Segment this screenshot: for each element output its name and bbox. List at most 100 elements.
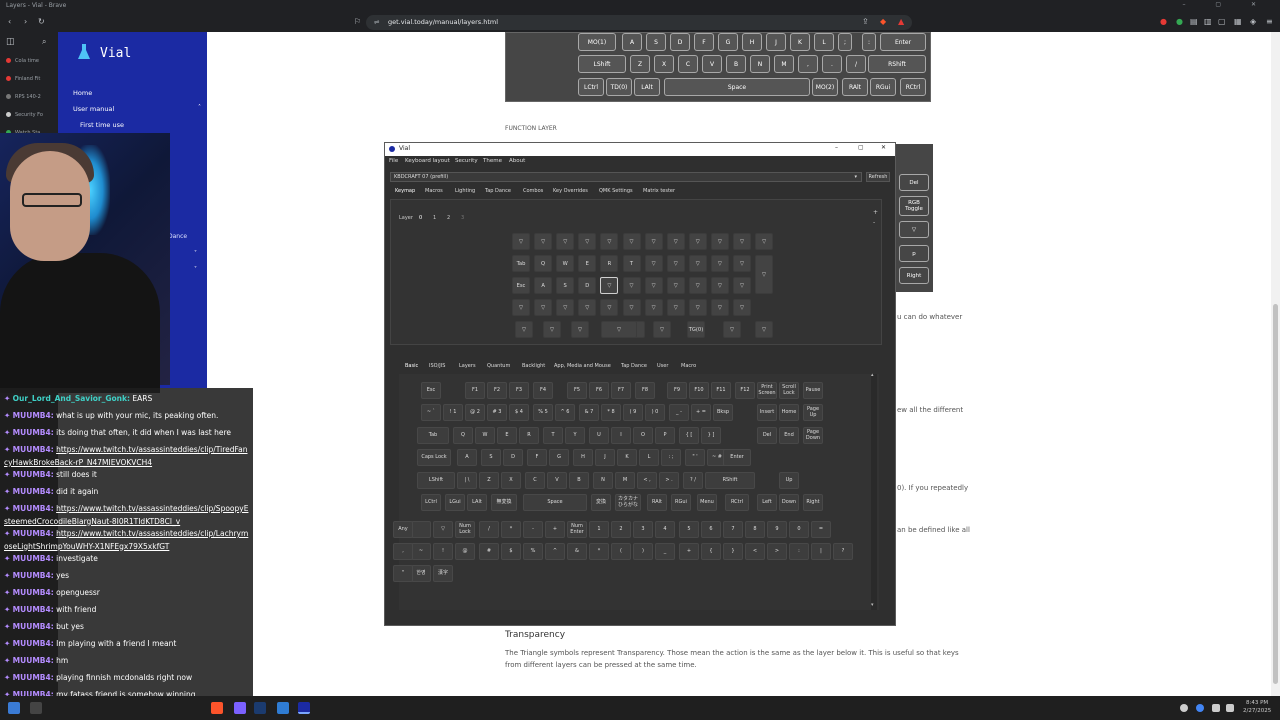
sidebar-icon[interactable]: ▥: [1204, 17, 1212, 26]
keycode-key[interactable]: /: [479, 521, 499, 538]
menu-about[interactable]: About: [509, 158, 525, 164]
keycode-key[interactable]: " ': [685, 449, 705, 466]
keycode-key[interactable]: ": [393, 565, 413, 582]
keymap-key[interactable]: D: [578, 277, 597, 294]
picker-tab-user[interactable]: User: [657, 363, 668, 369]
keycode-key[interactable]: Q: [453, 427, 473, 444]
keycode-key[interactable]: *: [589, 543, 609, 560]
keycode-key[interactable]: %: [523, 543, 543, 560]
keycode-key[interactable]: +: [545, 521, 565, 538]
keycode-key[interactable]: @: [455, 543, 475, 560]
keycode-key[interactable]: +: [679, 543, 699, 560]
menu-theme[interactable]: Theme: [483, 158, 502, 164]
nav-link-tap-dance[interactable]: Dance: [168, 233, 187, 240]
keycode-key[interactable]: Tab: [417, 427, 449, 444]
keycode-key[interactable]: End: [779, 427, 799, 444]
keymap-key[interactable]: ▽: [644, 233, 663, 250]
keycode-key[interactable]: : ;: [661, 449, 681, 466]
keycode-key[interactable]: ,: [393, 543, 413, 560]
keycode-key[interactable]: L: [639, 449, 659, 466]
brave-taskbar-icon[interactable]: [211, 702, 223, 714]
keycode-key[interactable]: RShift: [705, 472, 755, 489]
keycode-key[interactable]: F12: [735, 382, 755, 399]
keycode-key[interactable]: F4: [533, 382, 553, 399]
chat-username[interactable]: MUUMB4:: [13, 656, 54, 665]
panel-toggle-icon[interactable]: ◫: [6, 37, 15, 47]
scroll-up-icon[interactable]: ▴: [871, 372, 874, 378]
forward-icon[interactable]: ›: [24, 17, 27, 26]
keymap-key[interactable]: ▽: [512, 299, 530, 316]
keymap-key[interactable]: Q: [534, 255, 553, 272]
picker-tab-quantum[interactable]: Quantum: [487, 363, 510, 369]
keycode-key[interactable]: *: [501, 521, 521, 538]
keycode-key[interactable]: < ,: [637, 472, 657, 489]
clock-time[interactable]: 8:43 PM: [1246, 700, 1268, 706]
keycode-key[interactable]: & 7: [579, 404, 599, 421]
keycode-key[interactable]: _: [655, 543, 675, 560]
close-icon[interactable]: ✕: [881, 144, 886, 151]
keycode-key[interactable]: B: [569, 472, 589, 489]
chevron-down-icon[interactable]: ˅: [194, 266, 197, 273]
keycode-key[interactable]: F5: [567, 382, 587, 399]
window-controls[interactable]: – ▢ ✕: [1182, 1, 1270, 8]
keymap-key[interactable]: E: [578, 255, 597, 272]
keycode-key[interactable]: G: [549, 449, 569, 466]
keymap-key[interactable]: ▽: [666, 233, 685, 250]
keycode-key[interactable]: { [: [679, 427, 699, 444]
keycode-key[interactable]: > .: [659, 472, 679, 489]
keycode-key[interactable]: 2: [611, 521, 631, 538]
wifi-icon[interactable]: [1180, 704, 1188, 712]
chat-username[interactable]: MUUMB4:: [13, 588, 54, 597]
keycode-key[interactable]: Z: [479, 472, 499, 489]
record-icon[interactable]: ●: [1160, 17, 1167, 26]
keycode-key[interactable]: LCtrl: [421, 494, 441, 511]
keycode-key[interactable]: Menu: [697, 494, 717, 511]
tab-lighting[interactable]: Lighting: [455, 188, 475, 194]
keycode-key[interactable]: ▽: [433, 521, 453, 538]
keycode-key[interactable]: {: [701, 543, 721, 560]
keymap-key[interactable]: ▽: [710, 233, 729, 250]
keycode-key[interactable]: X: [501, 472, 521, 489]
keycode-key[interactable]: Bksp: [713, 404, 733, 421]
tab-macros[interactable]: Macros: [425, 188, 443, 194]
chat-username[interactable]: MUUMB4:: [13, 554, 54, 563]
keymap-key[interactable]: ▽: [571, 321, 589, 338]
keycode-key[interactable]: F11: [711, 382, 731, 399]
keycode-key[interactable]: Caps Lock: [417, 449, 451, 466]
keymap-key[interactable]: ▽: [710, 255, 729, 272]
keymap-key[interactable]: ▽: [600, 299, 619, 316]
keycode-key[interactable]: S: [481, 449, 501, 466]
keycode-key[interactable]: $ 4: [509, 404, 529, 421]
keycode-key[interactable]: #: [479, 543, 499, 560]
reload-icon[interactable]: ↻: [38, 17, 45, 26]
chat-username[interactable]: MUUMB4:: [13, 571, 54, 580]
clock-date[interactable]: 2/27/2025: [1243, 708, 1271, 714]
keymap-key[interactable]: ▽: [755, 321, 773, 338]
menu-file[interactable]: File: [389, 158, 398, 164]
steam-taskbar-icon[interactable]: [254, 702, 266, 714]
keycode-key[interactable]: ?: [833, 543, 853, 560]
keycode-key[interactable]: } ]: [701, 427, 721, 444]
keycode-key[interactable]: F9: [667, 382, 687, 399]
menu-security[interactable]: Security: [455, 158, 478, 164]
keycode-key[interactable]: Del: [757, 427, 777, 444]
keycode-key[interactable]: # 3: [487, 404, 507, 421]
minimize-icon[interactable]: –: [835, 144, 838, 151]
picker-tab-macro[interactable]: Macro: [681, 363, 696, 369]
keymap-key[interactable]: ▽: [534, 233, 553, 250]
keycode-key[interactable]: ! 1: [443, 404, 463, 421]
back-icon[interactable]: ‹: [8, 17, 11, 26]
tab-tap-dance[interactable]: Tap Dance: [485, 188, 511, 194]
keycode-key[interactable]: A: [457, 449, 477, 466]
site-info-icon[interactable]: ⇌: [374, 15, 379, 30]
maximize-icon[interactable]: ▢: [858, 144, 864, 151]
menu-icon[interactable]: ≡: [1266, 17, 1273, 26]
keymap-key[interactable]: ▽: [600, 277, 619, 294]
keycode-key[interactable]: P: [655, 427, 675, 444]
keycode-key[interactable]: O: [633, 427, 653, 444]
keymap-key[interactable]: ▽: [515, 321, 533, 338]
keycode-key[interactable]: Any: [393, 521, 413, 538]
keycode-key[interactable]: J: [595, 449, 615, 466]
chat-username[interactable]: MUUMB4:: [13, 411, 54, 420]
keymap-key[interactable]: ▽: [710, 277, 729, 294]
